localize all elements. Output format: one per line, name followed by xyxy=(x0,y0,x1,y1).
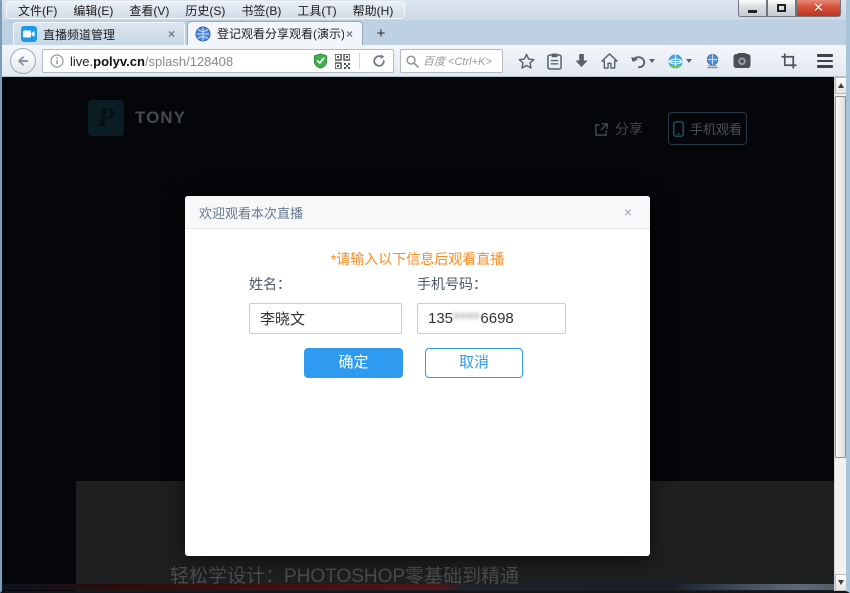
back-button[interactable] xyxy=(10,48,36,74)
navigation-toolbar: live.polyv.cn/splash/128408 百度 <Ctrl+K> xyxy=(2,45,846,77)
phone-label: 手机号码： xyxy=(417,274,566,294)
extension-crop-button[interactable] xyxy=(775,48,803,74)
menu-item-tools[interactable]: 工具(T) xyxy=(289,1,344,20)
modal-notice: *请输入以下信息后观看直播 xyxy=(185,249,650,269)
bookmarks-menu-button[interactable] xyxy=(541,48,568,74)
phone-masked-digits: **** xyxy=(453,310,480,327)
new-tab-button[interactable]: + xyxy=(369,24,393,44)
minimize-icon xyxy=(748,10,757,13)
chevron-down-icon xyxy=(649,59,655,63)
tab-title: 登记观看分享观看(演示) xyxy=(217,25,344,42)
qr-code-icon[interactable] xyxy=(331,54,354,69)
extension-globe-button[interactable] xyxy=(661,48,698,74)
tab-close-icon[interactable]: × xyxy=(166,27,177,41)
tab-registration-watch-demo[interactable]: 登记观看分享观看(演示) × xyxy=(187,21,363,45)
reload-button[interactable] xyxy=(365,54,393,68)
menu-item-help[interactable]: 帮助(H) xyxy=(345,1,402,20)
modal-header: 欢迎观看本次直播 × xyxy=(185,196,650,229)
globe-icon xyxy=(195,26,211,42)
menu-group: 文件(F) 编辑(E) 查看(V) 历史(S) 书签(B) 工具(T) 帮助(H… xyxy=(6,1,405,19)
menu-item-bookmarks[interactable]: 书签(B) xyxy=(233,1,289,20)
home-button[interactable] xyxy=(595,48,624,74)
search-placeholder: 百度 <Ctrl+K> xyxy=(423,53,492,69)
name-field-group: 姓名： xyxy=(249,274,402,334)
toolbar-icon-row xyxy=(512,45,839,77)
extension-screenshot-button[interactable] xyxy=(727,48,757,74)
menu-item-history[interactable]: 历史(S) xyxy=(177,1,233,20)
cancel-button[interactable]: 取消 xyxy=(425,348,523,378)
chevron-down-icon xyxy=(686,59,692,63)
window-controls: ✕ xyxy=(738,0,841,17)
modal-title: 欢迎观看本次直播 xyxy=(199,203,303,222)
maximize-button[interactable] xyxy=(767,0,796,17)
video-camera-icon xyxy=(21,26,37,42)
modal-close-icon[interactable]: × xyxy=(620,202,636,222)
tab-live-channel-management[interactable]: 直播频道管理 × xyxy=(13,22,185,45)
menu-bar: 文件(F) 编辑(E) 查看(V) 历史(S) 书签(B) 工具(T) 帮助(H… xyxy=(2,0,846,20)
tab-title: 直播频道管理 xyxy=(43,26,166,43)
name-input[interactable] xyxy=(249,303,402,334)
extension-network-globe-button[interactable] xyxy=(698,48,727,74)
menu-item-edit[interactable]: 编辑(E) xyxy=(65,1,121,20)
site-info-icon[interactable] xyxy=(50,54,64,68)
phone-input[interactable]: 135****6698 xyxy=(417,303,566,334)
security-shield-icon[interactable] xyxy=(310,53,331,69)
search-input[interactable]: 百度 <Ctrl+K> xyxy=(400,49,503,73)
close-icon: ✕ xyxy=(813,0,824,16)
address-bar[interactable]: live.polyv.cn/splash/128408 xyxy=(42,49,394,73)
page-content: P TONY 分享 手机观看 轻松学设计：PHOTOSHOP零基础到精通 欢迎观… xyxy=(2,77,846,591)
confirm-button[interactable]: 确定 xyxy=(304,348,403,378)
scrollbar-thumb[interactable] xyxy=(835,96,846,458)
name-label: 姓名： xyxy=(249,274,402,294)
browser-window: 文件(F) 编辑(E) 查看(V) 历史(S) 书签(B) 工具(T) 帮助(H… xyxy=(0,0,850,593)
url-text: live.polyv.cn/splash/128408 xyxy=(70,54,310,69)
close-button[interactable]: ✕ xyxy=(796,0,841,17)
minimize-button[interactable] xyxy=(738,0,767,17)
phone-field-group: 手机号码： 135****6698 xyxy=(417,274,566,334)
hamburger-icon xyxy=(817,54,833,68)
arrow-down-icon xyxy=(838,580,844,585)
search-icon xyxy=(406,55,419,68)
scroll-down-button[interactable] xyxy=(835,574,846,591)
tab-close-icon[interactable]: × xyxy=(344,27,355,41)
menu-button[interactable] xyxy=(811,48,839,74)
downloads-button[interactable] xyxy=(568,48,595,74)
viewer-registration-modal: 欢迎观看本次直播 × *请输入以下信息后观看直播 姓名： 手机号码： 135**… xyxy=(185,196,650,556)
bookmark-star-button[interactable] xyxy=(512,48,541,74)
maximize-icon xyxy=(777,4,786,12)
back-arrow-icon xyxy=(16,54,30,68)
tab-strip: 直播频道管理 × 登记观看分享观看(演示) × + xyxy=(2,20,846,45)
menu-item-view[interactable]: 查看(V) xyxy=(121,1,177,20)
undo-history-button[interactable] xyxy=(624,48,661,74)
page-scrollbar[interactable] xyxy=(834,77,846,591)
scroll-up-button[interactable] xyxy=(835,77,846,94)
phone-suffix: 6698 xyxy=(480,310,513,327)
phone-prefix: 135 xyxy=(428,310,453,327)
arrow-up-icon xyxy=(838,83,844,88)
divider xyxy=(359,53,360,69)
menu-item-file[interactable]: 文件(F) xyxy=(10,1,65,20)
